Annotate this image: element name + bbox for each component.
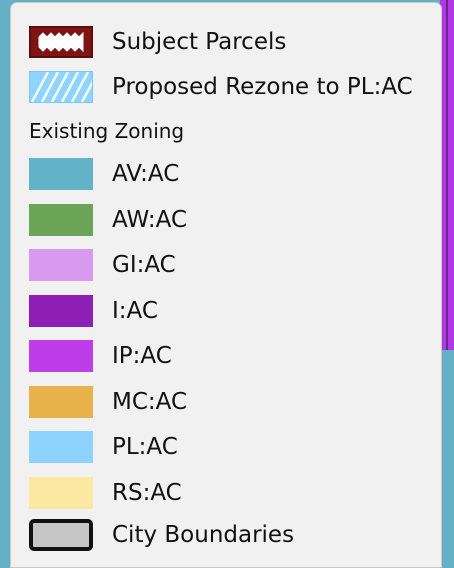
zoning-color-swatch — [29, 203, 93, 236]
legend-item-zoning: AV:AC — [11, 157, 431, 191]
legend-item-zoning: GI:AC — [11, 248, 431, 282]
zoning-color-swatch — [29, 385, 93, 418]
legend-item-city-boundaries: City Boundaries — [11, 518, 431, 552]
legend-label: Subject Parcels — [112, 29, 287, 55]
legend-label: AV:AC — [112, 161, 180, 187]
subject-parcels-icon — [29, 26, 93, 58]
map-boundary-line — [446, 0, 448, 350]
legend-item-zoning: PL:AC — [11, 430, 431, 464]
legend-item-zoning: AW:AC — [11, 203, 431, 237]
legend-item-zoning: RS:AC — [11, 476, 431, 510]
legend-label: IP:AC — [112, 343, 172, 369]
zoning-color-swatch — [29, 340, 93, 372]
legend-section-heading: Existing Zoning — [29, 119, 185, 143]
legend-label: AW:AC — [112, 206, 188, 233]
legend-label: RS:AC — [112, 479, 182, 506]
legend-item-zoning: I:AC — [11, 294, 431, 328]
zoning-color-swatch — [29, 431, 93, 463]
legend-item-proposed-rezone: Proposed Rezone to PL:AC — [11, 70, 431, 104]
zoning-color-swatch — [29, 476, 93, 509]
legend-item-zoning: MC:AC — [11, 385, 431, 419]
hatched-rezone-icon — [29, 71, 93, 103]
zoning-color-swatch — [29, 294, 93, 327]
legend-label: City Boundaries — [112, 522, 295, 548]
legend-label: I:AC — [112, 297, 158, 324]
zoning-color-swatch — [29, 249, 93, 281]
legend-item-subject-parcels: Subject Parcels — [11, 25, 431, 59]
map-legend: Subject Parcels Proposed Rezone to PL:AC… — [10, 2, 442, 568]
legend-item-zoning: IP:AC — [11, 339, 431, 373]
legend-label: GI:AC — [112, 252, 176, 278]
legend-label: MC:AC — [112, 388, 188, 415]
legend-label: PL:AC — [112, 434, 178, 460]
city-boundary-icon — [29, 519, 93, 551]
zoning-color-swatch — [29, 158, 93, 190]
legend-label: Proposed Rezone to PL:AC — [112, 74, 413, 100]
